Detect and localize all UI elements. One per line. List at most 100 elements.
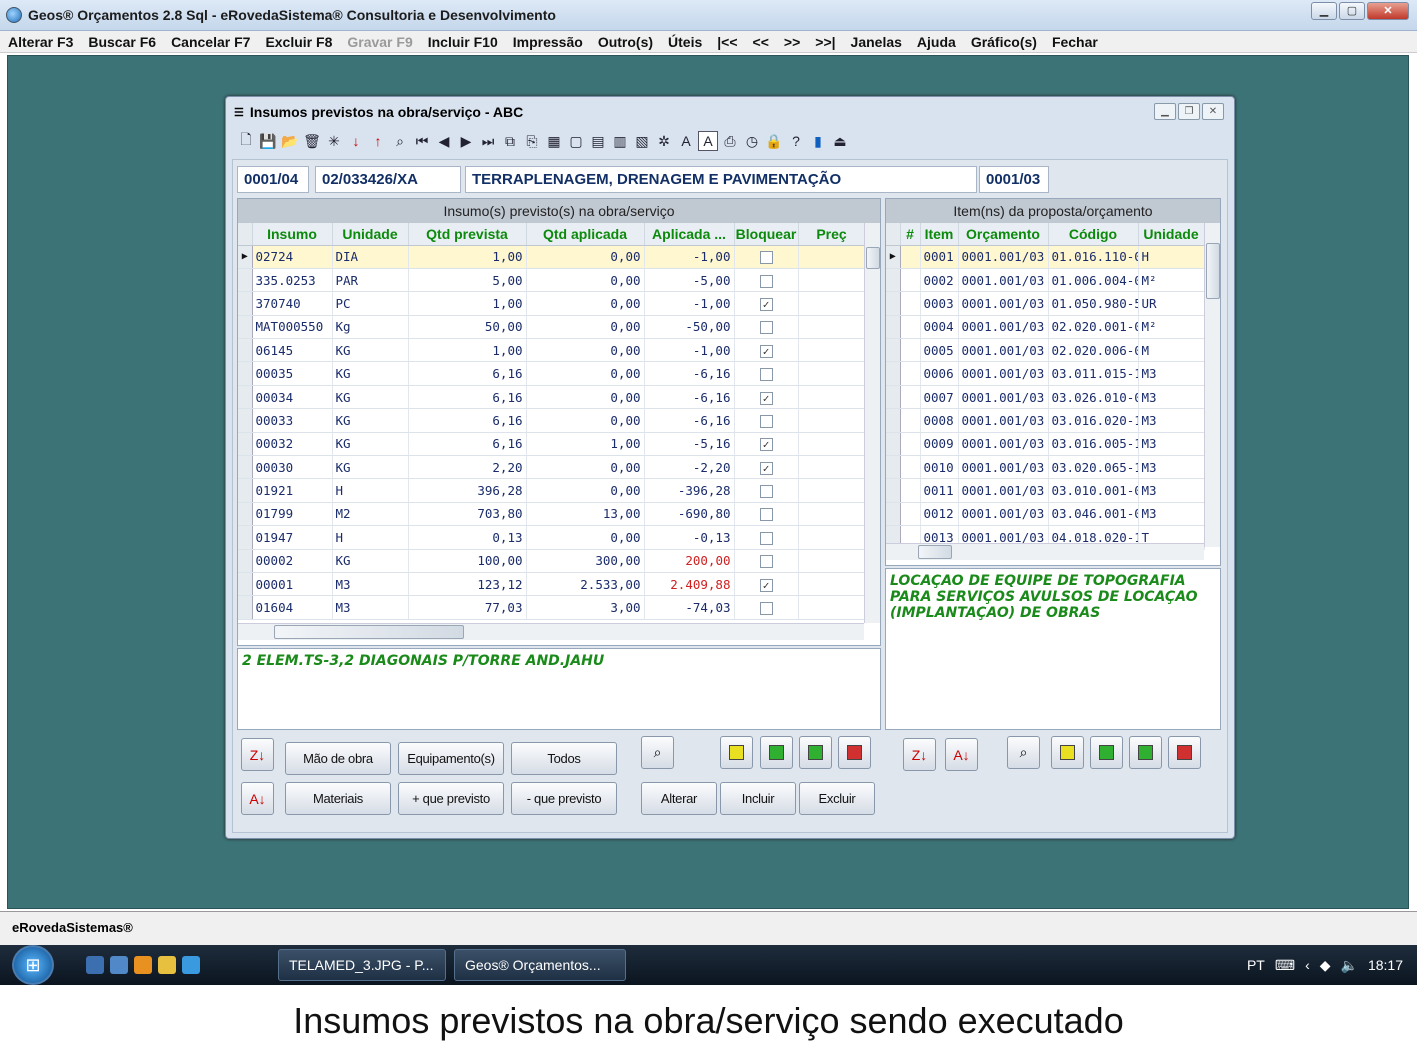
menu-item-11[interactable]: >> bbox=[784, 34, 800, 50]
tools-icon[interactable]: ✲ bbox=[654, 131, 674, 151]
bloquear-checkbox[interactable] bbox=[759, 321, 773, 335]
bloquear-checkbox[interactable] bbox=[759, 274, 773, 288]
last-record-icon[interactable]: ⏭ bbox=[478, 131, 498, 151]
proposal-row[interactable]: ▶ 0001 0001.001/03 01.016.110-0 H bbox=[886, 245, 1205, 269]
insumos-row[interactable]: 00034 KG 6,16 0,00 -6,16 ✓ bbox=[238, 385, 866, 410]
exit-icon[interactable]: ⏏ bbox=[830, 131, 850, 151]
bloquear-checkbox[interactable]: ✓ bbox=[759, 344, 773, 358]
show-desktop-icon[interactable] bbox=[86, 956, 104, 974]
bloquear-checkbox[interactable] bbox=[759, 485, 773, 499]
insumos-col-header[interactable]: Insumo bbox=[252, 223, 333, 246]
item-description-memo[interactable]: LOCAÇAO DE EQUIPE DE TOPOGRAFIA PARA SER… bbox=[885, 568, 1221, 730]
insumos-row[interactable]: 370740 PC 1,00 0,00 -1,00 ✓ bbox=[238, 291, 866, 316]
mdi-minimize-icon[interactable]: ▁ bbox=[1154, 103, 1176, 120]
taskbar-item[interactable]: Geos® Orçamentos... bbox=[454, 949, 626, 981]
right-sort-desc-button[interactable]: Z↓ bbox=[903, 738, 936, 771]
volume-icon[interactable]: 🔈 bbox=[1341, 957, 1358, 974]
proposal-vscroll[interactable] bbox=[1204, 223, 1220, 547]
proposal-field[interactable]: 0001/03 bbox=[979, 166, 1049, 193]
insumos-row[interactable]: 01799 M2 703,80 13,00 -690,80 bbox=[238, 502, 866, 527]
menu-item-9[interactable]: |<< bbox=[717, 34, 737, 50]
keyboard-icon[interactable]: ⌨ bbox=[1275, 957, 1295, 974]
close-icon[interactable]: ✕ bbox=[1367, 2, 1409, 20]
incluir-button[interactable]: Incluir bbox=[720, 782, 796, 815]
insumos-row[interactable]: 00002 KG 100,00 300,00 200,00 bbox=[238, 549, 866, 573]
right-next-button[interactable] bbox=[1129, 736, 1162, 769]
grid-icon[interactable]: ▦ bbox=[544, 131, 564, 151]
first-record-icon[interactable]: ⏮ bbox=[412, 131, 432, 151]
sort-desc-button[interactable]: Z↓ bbox=[241, 738, 274, 771]
paste-icon[interactable]: ⎘ bbox=[522, 131, 542, 151]
insumos-col-header[interactable]: Unidade bbox=[332, 223, 409, 246]
next-record-icon[interactable]: ▶ bbox=[456, 131, 476, 151]
help-icon[interactable]: ? bbox=[786, 131, 806, 151]
insumos-col-header[interactable]: Preç bbox=[798, 223, 866, 246]
copy-icon[interactable]: ⧉ bbox=[500, 131, 520, 151]
new-icon[interactable]: 🗋 bbox=[236, 131, 256, 151]
print-icon[interactable]: ⎙ bbox=[720, 131, 740, 151]
internet-explorer-icon[interactable] bbox=[182, 956, 200, 974]
calculator-icon[interactable]: ▤ bbox=[588, 131, 608, 151]
bloquear-checkbox[interactable]: ✓ bbox=[759, 438, 773, 452]
proposal-col-header[interactable]: Código bbox=[1048, 223, 1139, 246]
bloquear-checkbox[interactable] bbox=[759, 531, 773, 545]
proposal-hscroll[interactable] bbox=[886, 543, 1204, 560]
bloquear-checkbox[interactable]: ✓ bbox=[759, 461, 773, 475]
open-icon[interactable]: 📂 bbox=[280, 131, 300, 151]
menu-item-16[interactable]: Fechar bbox=[1052, 34, 1098, 50]
menos-que-previsto-button[interactable]: - que previsto bbox=[511, 782, 617, 815]
minimize-icon[interactable]: ▁ bbox=[1311, 2, 1337, 20]
mdi-restore-icon[interactable]: ❐ bbox=[1178, 103, 1200, 120]
insumos-col-header[interactable]: Qtd prevista bbox=[408, 223, 527, 246]
proposal-col-header[interactable]: Item bbox=[920, 223, 959, 246]
insumos-col-header[interactable]: Bloquear bbox=[734, 223, 799, 246]
materiais-button[interactable]: Materiais bbox=[285, 782, 391, 815]
media-player-icon[interactable] bbox=[134, 956, 152, 974]
bloquear-checkbox[interactable] bbox=[759, 414, 773, 428]
taskbar-item[interactable]: TELAMED_3.JPG - P... bbox=[278, 949, 446, 981]
insumos-row[interactable]: 00035 KG 6,16 0,00 -6,16 bbox=[238, 361, 866, 386]
right-last-button[interactable] bbox=[1168, 736, 1201, 769]
proposal-row[interactable]: 0006 0001.001/03 03.011.015-1 M3 bbox=[886, 361, 1205, 386]
insumo-description-memo[interactable]: 2 ELEM.TS-3,2 DIAGONAIS P/TORRE AND.JAHU bbox=[237, 648, 881, 730]
tray-expand-icon[interactable]: ‹ bbox=[1305, 957, 1310, 973]
left-prev-button[interactable] bbox=[760, 736, 793, 769]
excluir-button[interactable]: Excluir bbox=[799, 782, 875, 815]
menu-item-13[interactable]: Janelas bbox=[851, 34, 902, 50]
insumos-vscroll[interactable] bbox=[864, 223, 880, 623]
mais-que-previsto-button[interactable]: + que previsto bbox=[398, 782, 504, 815]
obra-code-field[interactable]: 0001/04 bbox=[237, 166, 309, 193]
menu-item-8[interactable]: Úteis bbox=[668, 34, 702, 50]
delete-icon[interactable]: 🗑 bbox=[302, 131, 322, 151]
menu-item-1[interactable]: Buscar F6 bbox=[88, 34, 156, 50]
font-color-icon[interactable]: A bbox=[698, 131, 718, 151]
description-field[interactable]: TERRAPLENAGEM, DRENAGEM E PAVIMENTAÇÃO bbox=[465, 166, 977, 193]
insumos-row[interactable]: ▶ 02724 DIA 1,00 0,00 -1,00 bbox=[238, 245, 866, 269]
report-icon[interactable]: ▧ bbox=[632, 131, 652, 151]
clock[interactable]: 18:17 bbox=[1368, 957, 1403, 973]
proposal-col-header[interactable]: Orçamento bbox=[958, 223, 1049, 246]
proposal-row[interactable]: 0002 0001.001/03 01.006.004-0 M² bbox=[886, 268, 1205, 293]
insumos-row[interactable]: 00033 KG 6,16 0,00 -6,16 bbox=[238, 408, 866, 433]
menu-item-7[interactable]: Outro(s) bbox=[598, 34, 653, 50]
bloquear-checkbox[interactable] bbox=[759, 251, 773, 265]
clock-icon[interactable]: ◷ bbox=[742, 131, 762, 151]
alterar-button[interactable]: Alterar bbox=[641, 782, 717, 815]
menu-item-15[interactable]: Gráfico(s) bbox=[971, 34, 1037, 50]
bloquear-checkbox[interactable] bbox=[759, 368, 773, 382]
insumos-row[interactable]: 01947 H 0,13 0,00 -0,13 bbox=[238, 525, 866, 550]
insumos-row[interactable]: 00030 KG 2,20 0,00 -2,20 ✓ bbox=[238, 455, 866, 480]
menu-item-0[interactable]: Alterar F3 bbox=[8, 34, 73, 50]
filter-icon[interactable]: ✳ bbox=[324, 131, 344, 151]
left-first-button[interactable] bbox=[720, 736, 753, 769]
left-last-button[interactable] bbox=[838, 736, 871, 769]
right-sort-asc-button[interactable]: A↓ bbox=[945, 738, 978, 771]
mao-de-obra-button[interactable]: Mão de obra bbox=[285, 742, 391, 775]
insumos-row[interactable]: 01604 M3 77,03 3,00 -74,03 bbox=[238, 595, 866, 620]
right-prev-button[interactable] bbox=[1090, 736, 1123, 769]
proposal-hscroll-thumb[interactable] bbox=[918, 545, 952, 559]
insumos-row[interactable]: 01921 H 396,28 0,00 -396,28 bbox=[238, 478, 866, 503]
lock-icon[interactable]: 🔒 bbox=[764, 131, 784, 151]
bloquear-checkbox[interactable] bbox=[759, 555, 773, 569]
contract-field[interactable]: 02/033426/XA bbox=[315, 166, 461, 193]
